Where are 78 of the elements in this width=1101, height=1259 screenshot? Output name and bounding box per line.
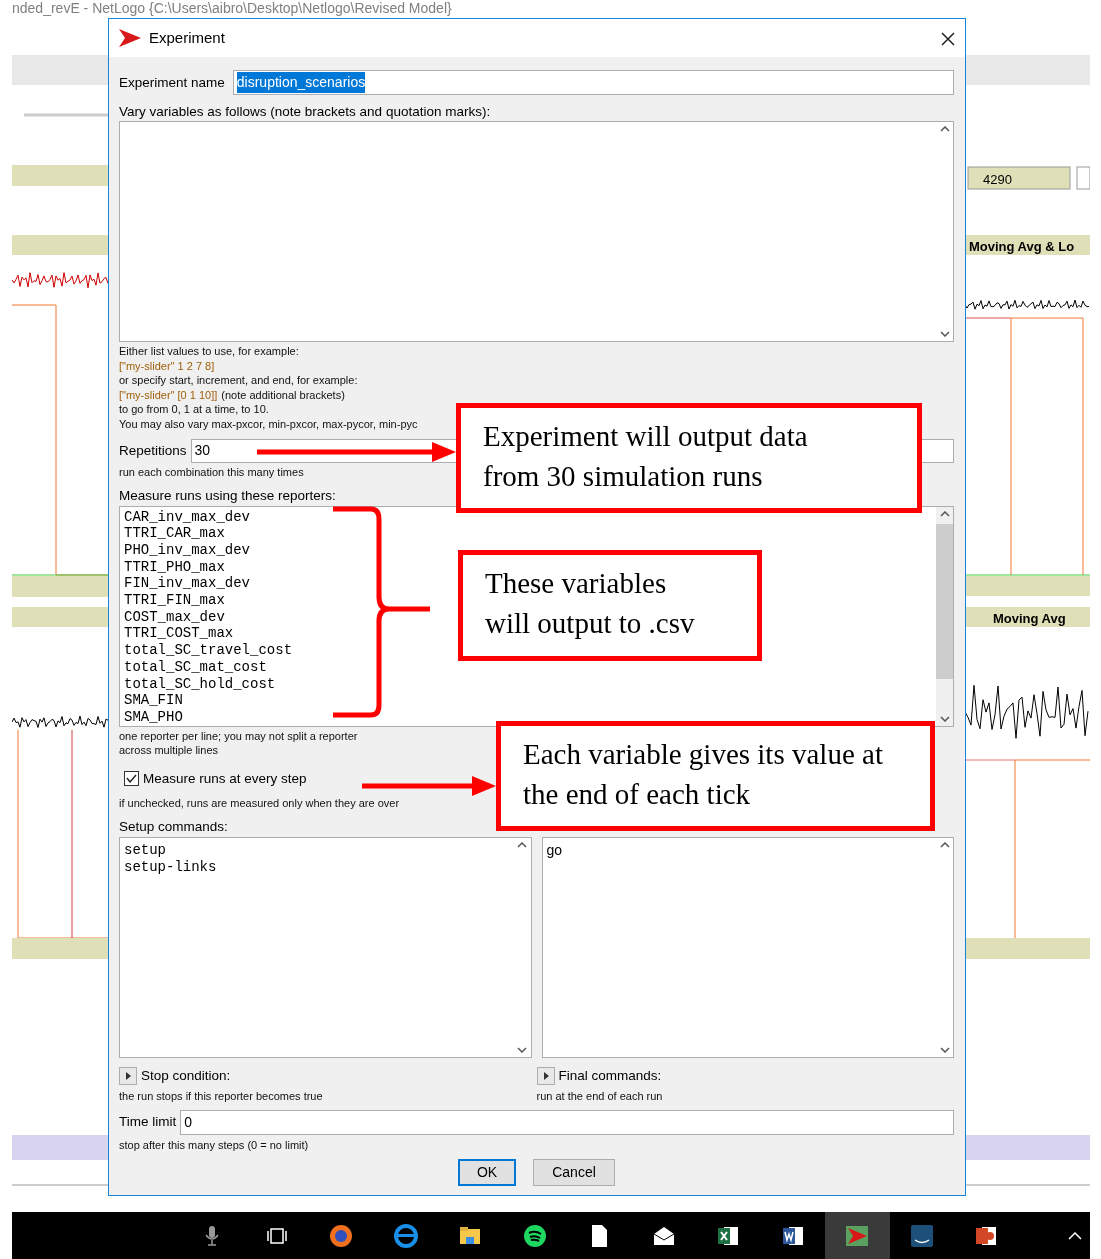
help-text: across multiple lines <box>119 742 219 757</box>
help-text: run at the end of each run <box>536 1088 664 1104</box>
arrow-logo-icon <box>119 29 141 47</box>
scroll-up-icon[interactable] <box>939 510 950 517</box>
checkbox-label: Measure runs at every step <box>143 770 307 787</box>
arrow-app-icon <box>845 1223 870 1248</box>
expand-button[interactable] <box>119 1066 137 1085</box>
help-text: the run stops if this reporter becomes true <box>119 1088 324 1104</box>
ok-button[interactable]: OK <box>458 1158 516 1186</box>
scrollbar-thumb[interactable] <box>936 523 953 679</box>
command-line: go <box>546 841 563 859</box>
command-line: setup <box>124 841 166 859</box>
reporter-line: PHO_inv_max_dev <box>124 541 251 559</box>
plot-title: Moving Avg & Lo <box>969 238 1075 256</box>
checkbox[interactable] <box>124 771 139 787</box>
scroll-down-icon[interactable] <box>939 715 950 722</box>
callout-text: Experiment will output data from 30 simulation runs <box>483 419 809 494</box>
example-code: ["my-slider" 1 2 7 8] <box>119 358 215 374</box>
help-text: or specify start, increment, and end, for example: <box>119 373 358 388</box>
reporter-line: TTRI_PHO_max <box>124 558 225 576</box>
reporter-line: SMA_FIN <box>124 692 183 709</box>
field-label: Repetitions <box>119 442 187 459</box>
chevron-up-icon <box>1068 1232 1082 1241</box>
name-field[interactable]: disruption_scenarios <box>232 70 954 95</box>
help-text: one reporter per line; you may not split a reporter <box>119 728 358 743</box>
triangle-right-icon <box>125 1071 131 1080</box>
field-label: Setup commands: <box>119 818 228 835</box>
help-text: Either list values to use, for example: <box>119 344 299 359</box>
cancel-button[interactable]: Cancel <box>533 1158 615 1186</box>
reporter-line: total_SC_mat_cost <box>124 658 267 676</box>
scroll-down-icon[interactable] <box>939 1046 950 1053</box>
reporter-line: SMA_PHO <box>124 709 183 726</box>
scroll-up-icon[interactable] <box>939 841 950 848</box>
reporter-line: total_SC_travel_cost <box>124 642 293 659</box>
scroll-up-icon[interactable] <box>517 841 527 848</box>
reporter-line: CAR_inv_max_dev <box>124 508 251 526</box>
reporter-line: TTRI_CAR_max <box>124 525 225 542</box>
reporter-line: FIN_inv_max_dev <box>124 575 251 593</box>
field-label: Measure runs using these reporters: <box>119 487 336 504</box>
monitor-value: 4290 <box>983 171 1012 189</box>
time-limit-field[interactable]: 0 <box>180 1109 954 1135</box>
reporter-line: TTRI_COST_max <box>124 625 234 643</box>
field-label: Time limit <box>119 1114 177 1131</box>
field-label: Stop condition: <box>141 1067 231 1084</box>
help-text: to go from 0, 1 at a time, to 10. <box>119 402 269 417</box>
window-title: nded_revE - NetLogo {C:\Users\aibro\Desktop\Netlogo\Revised Model} <box>12 0 452 17</box>
scroll-down-icon[interactable] <box>939 331 950 337</box>
check-icon <box>126 774 137 784</box>
plot-title: Moving Avg <box>993 610 1066 628</box>
scroll-up-icon[interactable] <box>939 126 950 132</box>
expand-button[interactable] <box>536 1066 555 1085</box>
help-text: if unchecked, runs are measured only when they are over <box>119 795 400 811</box>
field-value: 0 <box>184 1112 193 1132</box>
help-text: run each combination this many times <box>119 464 304 480</box>
setup-commands-field[interactable]: setup setup-links <box>119 836 532 1058</box>
example-code: ["my-slider" [0 1 10]] <box>119 387 218 403</box>
field-label: Final commands: <box>558 1067 662 1084</box>
field-label: Experiment name <box>119 74 225 91</box>
help-text: (note additional brackets) <box>221 387 345 403</box>
field-label: Vary variables as follows (note brackets and quotation marks): <box>119 104 491 120</box>
browser-icon <box>393 1223 418 1248</box>
variables-field[interactable] <box>119 121 954 342</box>
scroll-down-icon[interactable] <box>517 1046 527 1053</box>
help-text: You may also vary max-pxcor, min-pxcor, max-pycor, min-pyc <box>119 416 418 432</box>
command-line: setup-links <box>124 858 217 876</box>
callout-text: Each variable gives its value at the end of each tick <box>523 737 884 812</box>
reporter-line: COST_max_dev <box>124 608 225 626</box>
dialog-title: Experiment <box>149 27 225 48</box>
go-commands-field[interactable]: go <box>541 836 954 1058</box>
reporter-line: TTRI_FIN_max <box>124 592 225 609</box>
field-value: 30 <box>194 441 211 461</box>
close-icon <box>941 31 955 46</box>
triangle-right-icon <box>542 1071 549 1080</box>
field-value: disruption_scenarios <box>236 72 366 93</box>
callout-text: These variables will output to .csv <box>485 566 696 641</box>
browser-icon <box>329 1223 354 1248</box>
reporter-line: total_SC_hold_cost <box>124 675 276 693</box>
help-text: stop after this many steps (0 = no limit) <box>119 1137 309 1153</box>
